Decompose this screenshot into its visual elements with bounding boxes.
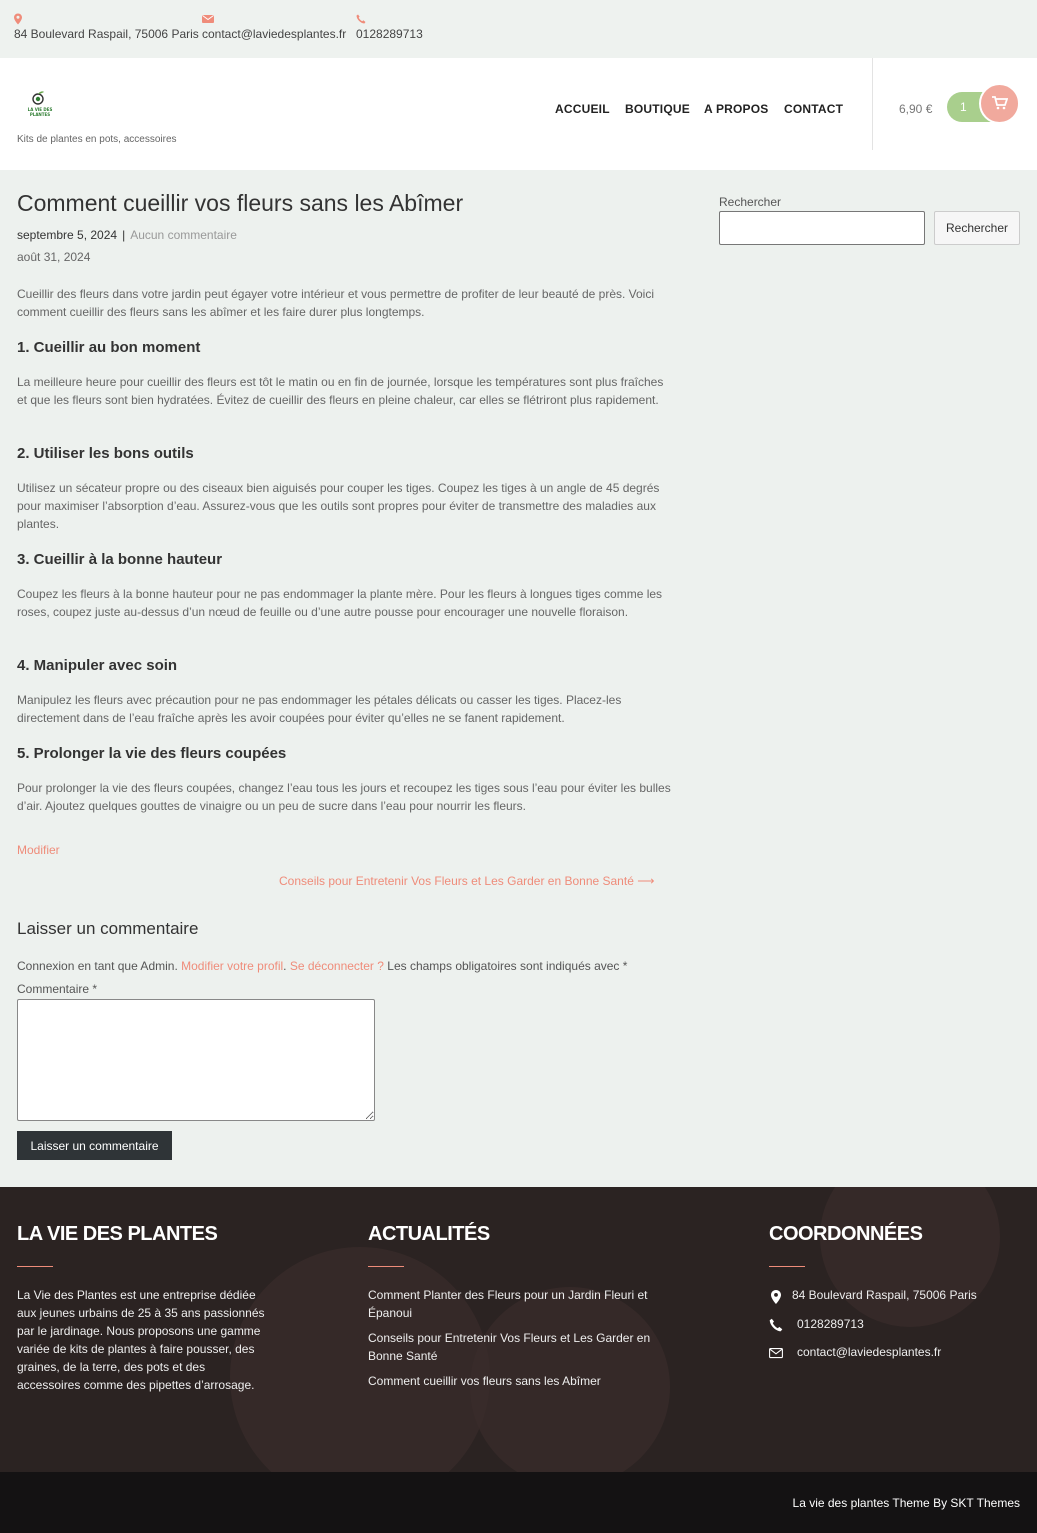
- footer-contact-title: COORDONNÉES: [769, 1223, 923, 1245]
- topbar-email-text[interactable]: contact@laviedesplantes.fr: [202, 27, 346, 41]
- theme-credit[interactable]: La vie des plantes Theme By SKT Themes: [793, 1496, 1020, 1510]
- footer-address: 84 Boulevard Raspail, 75006 Paris: [792, 1288, 977, 1302]
- comment-textarea[interactable]: [17, 999, 375, 1121]
- envelope-icon: [769, 1348, 783, 1359]
- section-heading: 5. Prolonger la vie des fleurs coupées: [17, 745, 287, 762]
- search-label: Rechercher: [719, 195, 782, 209]
- post-intro: Cueillir des fleurs dans votre jardin pe…: [17, 287, 655, 319]
- section-text: Utilisez un sécateur propre ou des cisea…: [17, 481, 660, 531]
- next-post-link[interactable]: Conseils pour Entretenir Vos Fleurs et L…: [279, 874, 654, 888]
- topbar-phone[interactable]: 0128289713: [356, 13, 423, 41]
- section-heading: 4. Manipuler avec soin: [17, 657, 178, 674]
- topbar-address-text: 84 Boulevard Raspail, 75006 Paris: [14, 27, 199, 41]
- topbar-email[interactable]: contact@laviedesplantes.fr: [202, 13, 346, 41]
- footer-email[interactable]: contact@laviedesplantes.fr: [797, 1343, 941, 1361]
- footer-title-underline: [769, 1266, 805, 1267]
- post-title: Comment cueillir vos fleurs sans les Abî…: [17, 190, 464, 216]
- comment-form-title: Laisser un commentaire: [17, 919, 199, 938]
- shopping-cart-icon: [992, 96, 1008, 110]
- footer-about-title: LA VIE DES PLANTES: [17, 1223, 218, 1245]
- section-heading: 1. Cueillir au bon moment: [17, 339, 201, 356]
- topbar-phone-text[interactable]: 0128289713: [356, 27, 423, 41]
- cart-count[interactable]: 1: [960, 100, 967, 114]
- map-pin-icon: [14, 13, 22, 25]
- section-text: Pour prolonger la vie des fleurs coupées…: [17, 781, 671, 813]
- required-fields-note: Les champs obligatoires sont indiqués av…: [387, 959, 628, 973]
- footer-title-underline: [17, 1266, 53, 1267]
- edit-post-link[interactable]: Modifier: [17, 843, 60, 857]
- cart-total[interactable]: 6,90 €: [899, 102, 932, 116]
- search-input[interactable]: [719, 211, 925, 245]
- footer-news-title: ACTUALITÉS: [368, 1223, 490, 1245]
- envelope-icon: [202, 15, 214, 23]
- edit-profile-link[interactable]: Modifier votre profil: [181, 959, 283, 973]
- search-button[interactable]: Rechercher: [934, 211, 1020, 245]
- footer-news-link[interactable]: Comment Planter des Fleurs pour un Jardi…: [368, 1286, 678, 1322]
- section-heading: 2. Utiliser les bons outils: [17, 445, 194, 462]
- logout-link[interactable]: Se déconnecter ?: [290, 959, 384, 973]
- footer-news-link[interactable]: Comment cueillir vos fleurs sans les Abî…: [368, 1372, 678, 1390]
- post-modified-date: août 31, 2024: [17, 250, 91, 264]
- comments-count-link[interactable]: Aucun commentaire: [130, 228, 237, 242]
- svg-text:PLANTES: PLANTES: [30, 112, 50, 117]
- top-bar: 84 Boulevard Raspail, 75006 Paris contac…: [0, 0, 1037, 58]
- header-divider: [872, 58, 873, 150]
- nav-accueil[interactable]: ACCUEIL: [555, 102, 610, 116]
- post-meta: septembre 5, 2024 | Aucun commentaire: [17, 228, 237, 242]
- phone-icon: [356, 14, 366, 24]
- cart-button[interactable]: [979, 83, 1020, 124]
- logged-in-notice: Connexion en tant que Admin. Modifier vo…: [17, 959, 628, 973]
- section-heading: 3. Cueillir à la bonne hauteur: [17, 551, 223, 568]
- section-text: Manipulez les fleurs avec précaution pou…: [17, 693, 622, 725]
- section-text: Coupez les fleurs à la bonne hauteur pou…: [17, 587, 663, 619]
- site-tagline: Kits de plantes en pots, accessoires: [17, 134, 177, 145]
- footer-bg-decoration: [820, 1187, 1000, 1327]
- site-footer: LA VIE DES PLANTES La Vie des Plantes es…: [0, 1187, 1037, 1472]
- footer-phone[interactable]: 0128289713: [797, 1315, 864, 1333]
- phone-icon: [769, 1318, 783, 1332]
- footer-title-underline: [368, 1266, 404, 1267]
- nav-a-propos[interactable]: A PROPOS: [704, 102, 769, 116]
- footer-about-text: La Vie des Plantes est une entreprise dé…: [17, 1288, 265, 1392]
- site-logo[interactable]: LA VIE DES PLANTES: [24, 90, 56, 122]
- submit-comment-button[interactable]: Laisser un commentaire: [17, 1131, 172, 1160]
- footer-news-link[interactable]: Conseils pour Entretenir Vos Fleurs et L…: [368, 1329, 678, 1365]
- section-text: La meilleure heure pour cueillir des fle…: [17, 375, 664, 407]
- nav-contact[interactable]: CONTACT: [784, 102, 843, 116]
- topbar-address: 84 Boulevard Raspail, 75006 Paris: [14, 13, 199, 41]
- nav-boutique[interactable]: BOUTIQUE: [625, 102, 690, 116]
- map-pin-icon: [771, 1290, 781, 1304]
- logged-in-as: Connexion en tant que Admin.: [17, 959, 178, 973]
- comment-field-label: Commentaire *: [17, 982, 98, 996]
- footer-bottom-bar: La vie des plantes Theme By SKT Themes: [0, 1472, 1037, 1533]
- site-header: LA VIE DES PLANTES Kits de plantes en po…: [0, 58, 1037, 170]
- post-date: septembre 5, 2024: [17, 228, 118, 242]
- meta-separator: |: [122, 228, 126, 242]
